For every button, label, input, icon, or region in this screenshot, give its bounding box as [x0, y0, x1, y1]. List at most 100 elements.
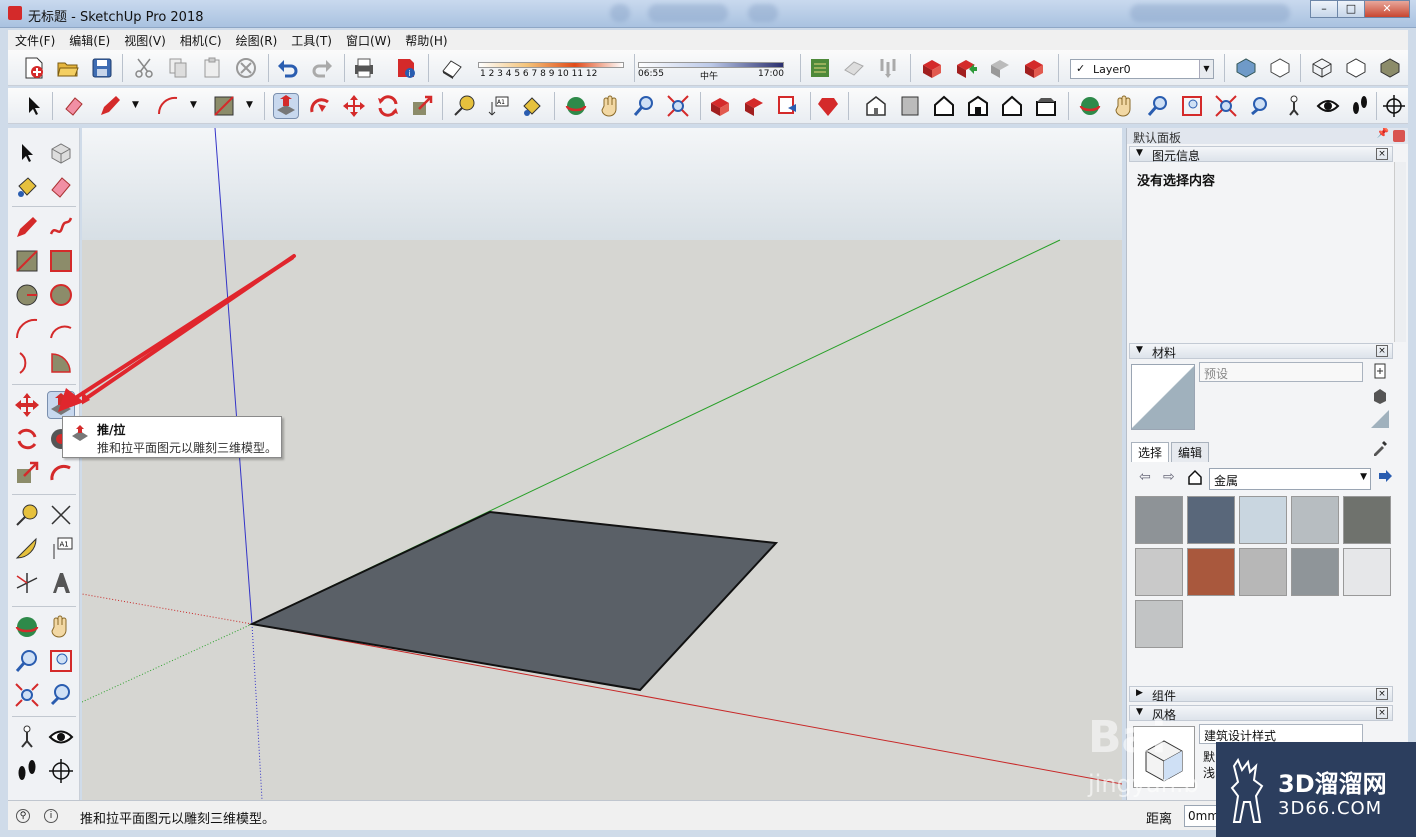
- styles-header[interactable]: ▼ 风格 ×: [1129, 705, 1393, 722]
- layout-send-icon[interactable]: [776, 94, 800, 118]
- look-around-eye-icon[interactable]: [1316, 94, 1340, 118]
- material-swatch[interactable]: [1135, 548, 1183, 596]
- orbit-icon[interactable]: [564, 94, 588, 118]
- geo-location-icon[interactable]: [808, 56, 832, 80]
- pan-hand-icon[interactable]: [598, 94, 622, 118]
- top-view-icon[interactable]: [898, 94, 922, 118]
- material-swatch[interactable]: [1239, 548, 1287, 596]
- section-plane-icon[interactable]: [1382, 94, 1406, 118]
- left-view-icon[interactable]: [1034, 94, 1058, 118]
- pin-icon[interactable]: 📌: [1377, 128, 1389, 139]
- back-edges-style-icon[interactable]: [1268, 56, 1292, 80]
- zoom-window-icon[interactable]: [48, 648, 74, 674]
- close-icon[interactable]: ×: [1376, 148, 1388, 160]
- xray-style-icon[interactable]: [1234, 56, 1258, 80]
- create-material-icon[interactable]: [1371, 362, 1389, 380]
- tape-measure-icon[interactable]: [452, 94, 476, 118]
- close-icon[interactable]: ×: [1376, 688, 1388, 700]
- close-icon[interactable]: [1393, 130, 1405, 142]
- move-icon[interactable]: [342, 94, 366, 118]
- entity-info-header[interactable]: ▼ 图元信息 ×: [1129, 146, 1393, 163]
- extension-warehouse-icon[interactable]: [1022, 56, 1046, 80]
- iso-view-icon[interactable]: [864, 94, 888, 118]
- material-swatch[interactable]: [1291, 548, 1339, 596]
- close-icon[interactable]: ×: [1376, 707, 1388, 719]
- previous-view-icon[interactable]: [1248, 94, 1272, 118]
- wireframe-style-icon[interactable]: [1310, 56, 1334, 80]
- zoom-extents-tool-icon[interactable]: [1214, 94, 1238, 118]
- default-material-icon[interactable]: [1371, 410, 1389, 428]
- tape-measure-icon[interactable]: [14, 502, 40, 528]
- maximize-button[interactable]: □: [1337, 0, 1365, 18]
- close-button[interactable]: ✕: [1364, 0, 1410, 18]
- scale-icon[interactable]: [410, 94, 434, 118]
- materials-header[interactable]: ▼ 材料 ×: [1129, 343, 1393, 360]
- info-icon[interactable]: i: [44, 809, 58, 823]
- toggle-terrain-icon[interactable]: [842, 56, 866, 80]
- zoom-icon[interactable]: [632, 94, 656, 118]
- position-camera-icon[interactable]: [14, 724, 40, 750]
- zoom-extents-icon[interactable]: [14, 682, 40, 708]
- material-library-dropdown[interactable]: 金属 ▼: [1209, 468, 1371, 490]
- minimize-button[interactable]: –: [1310, 0, 1338, 18]
- 3d-text-icon[interactable]: [48, 570, 74, 596]
- close-icon[interactable]: ×: [1376, 345, 1388, 357]
- material-swatch[interactable]: [1343, 548, 1391, 596]
- material-swatch[interactable]: [1187, 548, 1235, 596]
- menu-window[interactable]: 窗口(W): [339, 30, 398, 50]
- material-name-field[interactable]: 预设: [1199, 362, 1363, 382]
- warehouse-share-icon[interactable]: [742, 94, 766, 118]
- share-model-icon[interactable]: [954, 56, 978, 80]
- zoom-icon[interactable]: [14, 648, 40, 674]
- section-plane-icon[interactable]: [48, 758, 74, 784]
- orbit-tool-icon[interactable]: [1078, 94, 1102, 118]
- follow-me-icon[interactable]: [48, 460, 74, 486]
- tab-select[interactable]: 选择: [1131, 442, 1170, 462]
- layer-dropdown[interactable]: ✓ Layer0 ▼: [1070, 59, 1214, 79]
- zoom-tool-icon[interactable]: [1146, 94, 1170, 118]
- details-arrow-icon[interactable]: [1377, 469, 1393, 485]
- tray-scrollbar[interactable]: [1394, 162, 1406, 342]
- back-arrow-icon[interactable]: ⇦: [1139, 469, 1155, 485]
- tab-edit[interactable]: 编辑: [1171, 442, 1210, 462]
- look-around-eye-icon[interactable]: [48, 724, 74, 750]
- paint-bucket-icon[interactable]: [520, 94, 544, 118]
- right-view-icon[interactable]: [966, 94, 990, 118]
- back-view-icon[interactable]: [1000, 94, 1024, 118]
- zoom-extents-icon[interactable]: [666, 94, 690, 118]
- sample-paint-icon[interactable]: [1371, 386, 1389, 404]
- material-swatch[interactable]: [1291, 496, 1339, 544]
- redo-icon[interactable]: [310, 56, 334, 80]
- material-swatch[interactable]: [1135, 600, 1183, 648]
- shadows-icon[interactable]: [440, 56, 464, 80]
- material-swatch[interactable]: [1239, 496, 1287, 544]
- shaded-style-icon[interactable]: [1378, 56, 1402, 80]
- style-name-field[interactable]: 建筑设计样式: [1199, 724, 1363, 744]
- material-swatch[interactable]: [1187, 496, 1235, 544]
- follow-me-icon[interactable]: [308, 94, 332, 118]
- forward-arrow-icon[interactable]: ⇨: [1163, 469, 1179, 485]
- shadow-time-slider[interactable]: 06:55 中午 17:00: [638, 58, 788, 82]
- hidden-line-style-icon[interactable]: [1344, 56, 1368, 80]
- text-label-icon[interactable]: A1: [48, 536, 74, 562]
- share-component-icon[interactable]: [988, 56, 1012, 80]
- zoom-window-icon[interactable]: [1180, 94, 1204, 118]
- menu-help[interactable]: 帮助(H): [398, 30, 454, 50]
- pan-hand-icon[interactable]: [48, 614, 74, 640]
- front-view-icon[interactable]: [932, 94, 956, 118]
- protractor-icon[interactable]: [14, 536, 40, 562]
- components-header[interactable]: ▶ 组件 ×: [1129, 686, 1393, 703]
- pan-tool-icon[interactable]: [1112, 94, 1136, 118]
- rotate-icon[interactable]: [376, 94, 400, 118]
- scale-icon[interactable]: [14, 460, 40, 486]
- axes-icon[interactable]: [14, 570, 40, 596]
- eyedropper-icon[interactable]: [1372, 440, 1388, 456]
- dimension-icon[interactable]: [48, 502, 74, 528]
- material-swatch[interactable]: [1135, 496, 1183, 544]
- orbit-icon[interactable]: [14, 614, 40, 640]
- position-camera-icon[interactable]: [1282, 94, 1306, 118]
- photo-texture-icon[interactable]: [876, 56, 900, 80]
- ruby-console-icon[interactable]: [816, 94, 840, 118]
- geo-location-status-icon[interactable]: ⚲: [16, 809, 30, 823]
- home-icon[interactable]: [1187, 469, 1203, 485]
